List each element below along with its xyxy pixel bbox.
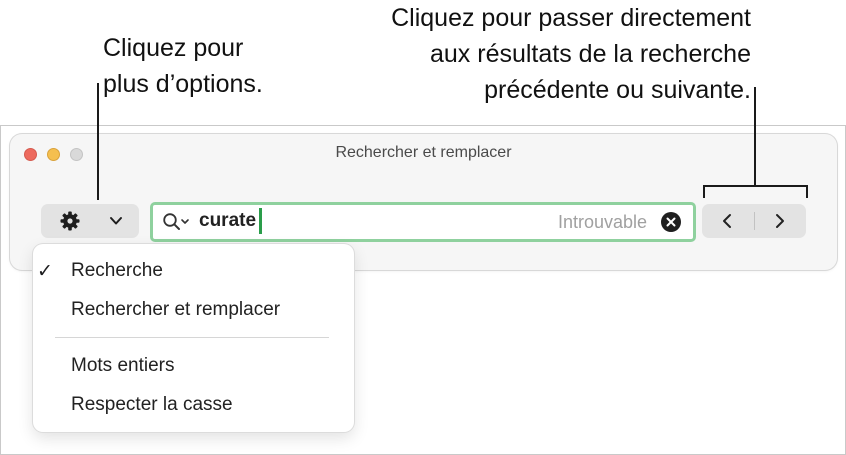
menu-item-recherche[interactable]: Recherche [71, 260, 163, 282]
options-leader-line [97, 83, 99, 200]
callout-navigation-line3: précédente ou suivante. [484, 76, 751, 104]
navigation-bracket-top [703, 185, 808, 187]
navigation-bracket-left [703, 185, 705, 198]
menu-item-rechercher-et-remplacer[interactable]: Rechercher et remplacer [71, 299, 280, 321]
search-value: curate [199, 210, 257, 231]
search-input[interactable]: curate Introuvable [150, 202, 696, 242]
callout-navigation: Cliquez pour passer directement aux résu… [191, 0, 751, 108]
result-navigation [702, 204, 806, 238]
callout-navigation-line1: Cliquez pour passer directement [391, 4, 751, 32]
callout-navigation-line2: aux résultats de la recherche [429, 40, 751, 68]
navigation-leader-line [754, 87, 756, 186]
checkmark-icon: ✓ [37, 261, 53, 282]
chevron-down-icon [110, 217, 122, 225]
previous-result-button[interactable] [702, 204, 754, 238]
navigation-bracket-right [806, 185, 808, 198]
options-menu-button[interactable] [41, 204, 139, 238]
window-title: Rechercher et remplacer [335, 144, 512, 161]
clear-search-button[interactable] [661, 212, 681, 232]
menu-item-respecter-la-casse[interactable]: Respecter la casse [71, 394, 233, 416]
menu-separator [55, 337, 329, 338]
chevron-left-icon [723, 214, 731, 228]
search-status-text: Introuvable [557, 212, 647, 232]
clear-icon [666, 217, 676, 227]
options-menu: ✓ Recherche Rechercher et remplacer Mots… [33, 244, 354, 432]
menu-item-mots-entiers[interactable]: Mots entiers [71, 355, 174, 377]
text-caret [259, 208, 262, 234]
magnifier-icon[interactable] [162, 212, 192, 232]
gear-icon [60, 211, 80, 231]
chevron-right-icon [776, 214, 784, 228]
next-result-button[interactable] [755, 204, 806, 238]
